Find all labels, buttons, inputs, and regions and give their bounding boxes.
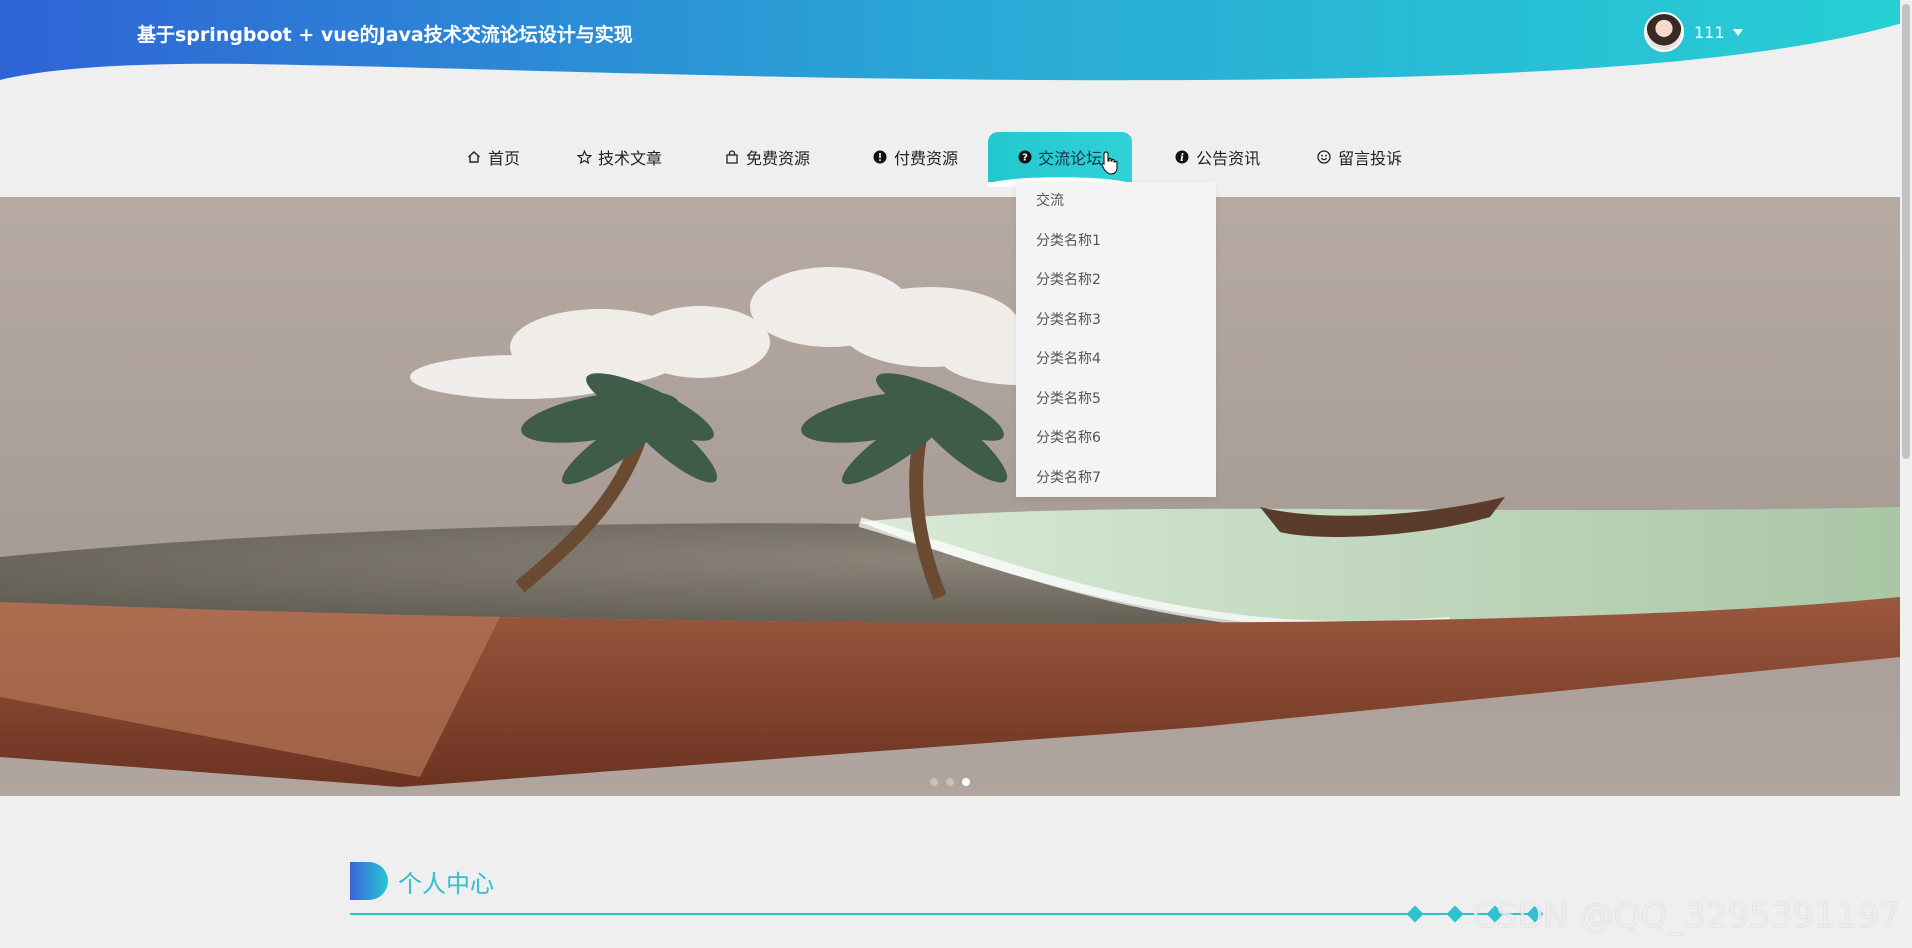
bag-icon — [724, 149, 740, 165]
section-divider — [350, 913, 1540, 915]
main-nav: 首页 技术文章 免费资源 付费资源 ? 交流论坛 i 公告资讯 留言投诉 — [440, 132, 1428, 182]
carousel-slide[interactable] — [0, 197, 1900, 796]
nav-item-label: 留言投诉 — [1338, 149, 1403, 168]
svg-text:i: i — [1180, 153, 1184, 164]
dropdown-item[interactable]: 分类名称6 — [1016, 419, 1216, 459]
forum-dropdown-menu: 交流 分类名称1 分类名称2 分类名称3 分类名称4 分类名称5 分类名称6 分… — [1016, 182, 1216, 497]
nav-item-label: 技术文章 — [598, 149, 663, 168]
site-title: 基于springboot + vue的Java技术交流论坛设计与实现 — [137, 24, 633, 46]
smile-icon — [1316, 149, 1332, 165]
section-title: 个人中心 — [398, 869, 494, 898]
star-icon — [576, 149, 592, 165]
nav-item-label: 公告资讯 — [1196, 149, 1261, 168]
header-banner: 基于springboot + vue的Java技术交流论坛设计与实现 111 — [0, 0, 1912, 100]
diamond-icon — [1446, 905, 1464, 923]
diamond-icon — [1406, 905, 1424, 923]
nav-item-label: 付费资源 — [894, 149, 959, 168]
header-wave-background — [0, 0, 1912, 81]
avatar[interactable] — [1644, 12, 1684, 52]
nav-item-feedback[interactable]: 留言投诉 — [1290, 132, 1428, 182]
section-header: 个人中心 — [350, 860, 494, 902]
info-circle-icon: i — [1174, 149, 1190, 165]
nav-item-home[interactable]: 首页 — [440, 132, 546, 182]
carousel-dot-active[interactable] — [962, 778, 970, 786]
dropdown-item[interactable]: 分类名称2 — [1016, 261, 1216, 301]
nav-item-paid-resources[interactable]: 付费资源 — [846, 132, 984, 182]
nav-item-label: 首页 — [488, 149, 521, 168]
nav-item-announcements[interactable]: i 公告资讯 — [1148, 132, 1286, 182]
dropdown-item[interactable]: 交流 — [1016, 182, 1216, 222]
scrollbar-thumb[interactable] — [1902, 4, 1910, 459]
nav-item-label: 免费资源 — [746, 149, 811, 168]
nav-item-label: 交流论坛 — [1038, 149, 1103, 168]
page-scrollbar[interactable] — [1900, 0, 1912, 948]
carousel-dot[interactable] — [930, 778, 938, 786]
dropdown-item[interactable]: 分类名称4 — [1016, 340, 1216, 380]
nav-item-free-resources[interactable]: 免费资源 — [698, 132, 836, 182]
svg-text:?: ? — [1022, 153, 1028, 164]
question-circle-icon: ? — [1018, 149, 1032, 165]
nav-item-articles[interactable]: 技术文章 — [550, 132, 688, 182]
dropdown-item[interactable]: 分类名称7 — [1016, 459, 1216, 499]
dropdown-item[interactable]: 分类名称3 — [1016, 301, 1216, 341]
carousel-dot[interactable] — [946, 778, 954, 786]
caret-down-icon — [1732, 28, 1743, 36]
watermark: CSDN @QQ_3295391197 — [1472, 896, 1901, 936]
hand-cursor-icon — [1101, 151, 1118, 175]
hero-illustration — [0, 267, 1900, 787]
carousel-indicators — [930, 778, 970, 786]
dropdown-item[interactable]: 分类名称1 — [1016, 222, 1216, 262]
alert-circle-icon — [872, 149, 888, 165]
user-menu[interactable]: 111 — [1644, 12, 1743, 52]
section-badge-icon — [350, 862, 388, 900]
dropdown-item[interactable]: 分类名称5 — [1016, 380, 1216, 420]
home-icon — [466, 149, 482, 165]
user-name: 111 — [1694, 22, 1725, 42]
